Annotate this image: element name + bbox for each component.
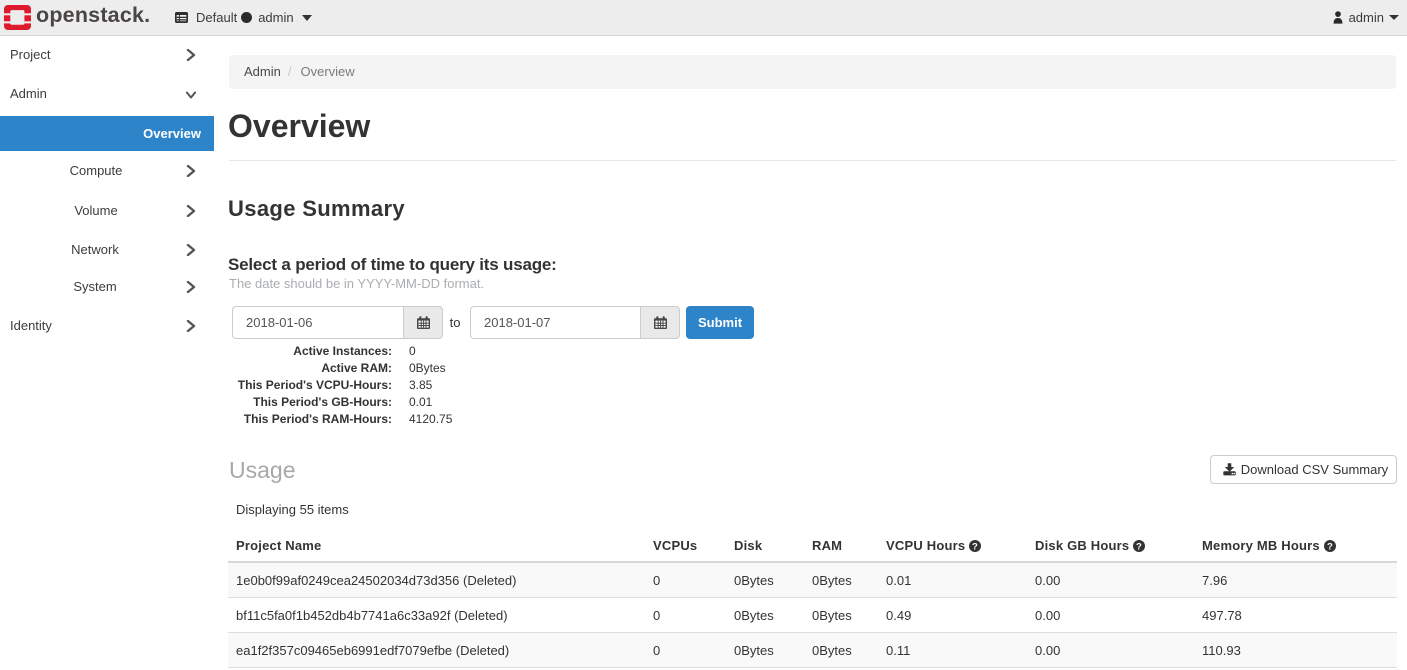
svg-text:?: ?	[1327, 541, 1333, 552]
svg-text:?: ?	[1136, 541, 1142, 552]
svg-text:?: ?	[972, 541, 978, 552]
